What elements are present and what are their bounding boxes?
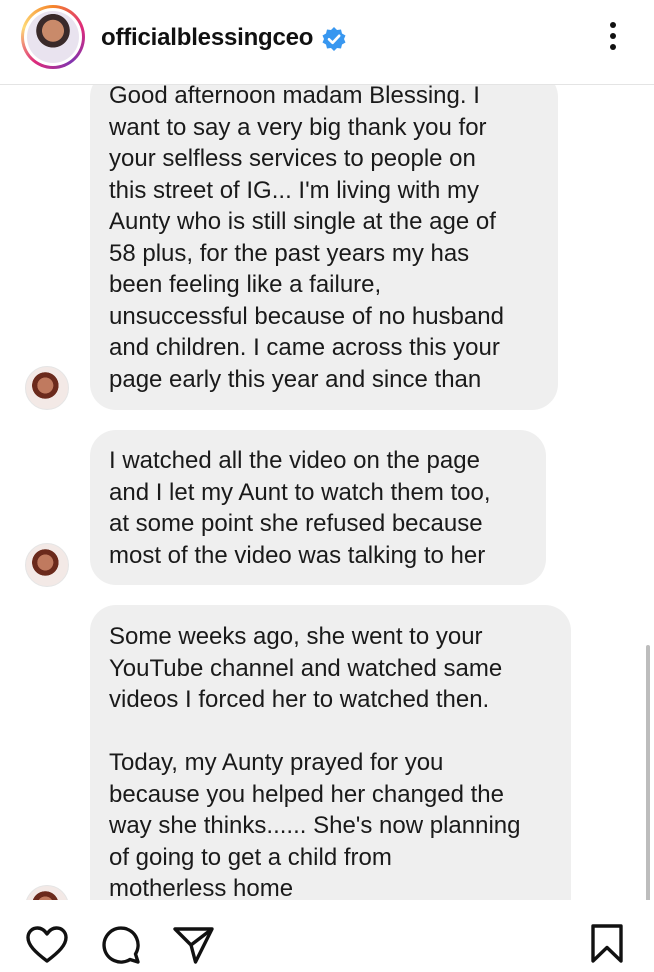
post-header: officialblessingceo (0, 0, 654, 85)
message-bubble: Some weeks ago, she went to your YouTube… (90, 605, 571, 900)
username[interactable]: officialblessingceo (101, 24, 313, 52)
bookmark-icon[interactable] (589, 923, 625, 965)
heart-icon[interactable] (25, 925, 69, 965)
verified-badge-icon (322, 27, 346, 51)
scrollbar[interactable] (646, 645, 650, 903)
post-actions-bar (0, 900, 654, 972)
message-bubble: I watched all the video on the page and … (90, 430, 546, 585)
comment-icon[interactable] (100, 925, 142, 965)
message-bubble: Good afternoon madam Blessing. I want to… (90, 85, 558, 410)
share-icon[interactable] (172, 924, 216, 966)
avatar-photo (27, 11, 79, 63)
profile-avatar[interactable] (21, 5, 85, 69)
sender-avatar[interactable] (25, 366, 69, 410)
sender-avatar[interactable] (25, 885, 69, 900)
message-thread[interactable]: Good afternoon madam Blessing. I want to… (0, 85, 654, 900)
more-options-icon[interactable] (605, 22, 621, 56)
sender-avatar[interactable] (25, 543, 69, 587)
